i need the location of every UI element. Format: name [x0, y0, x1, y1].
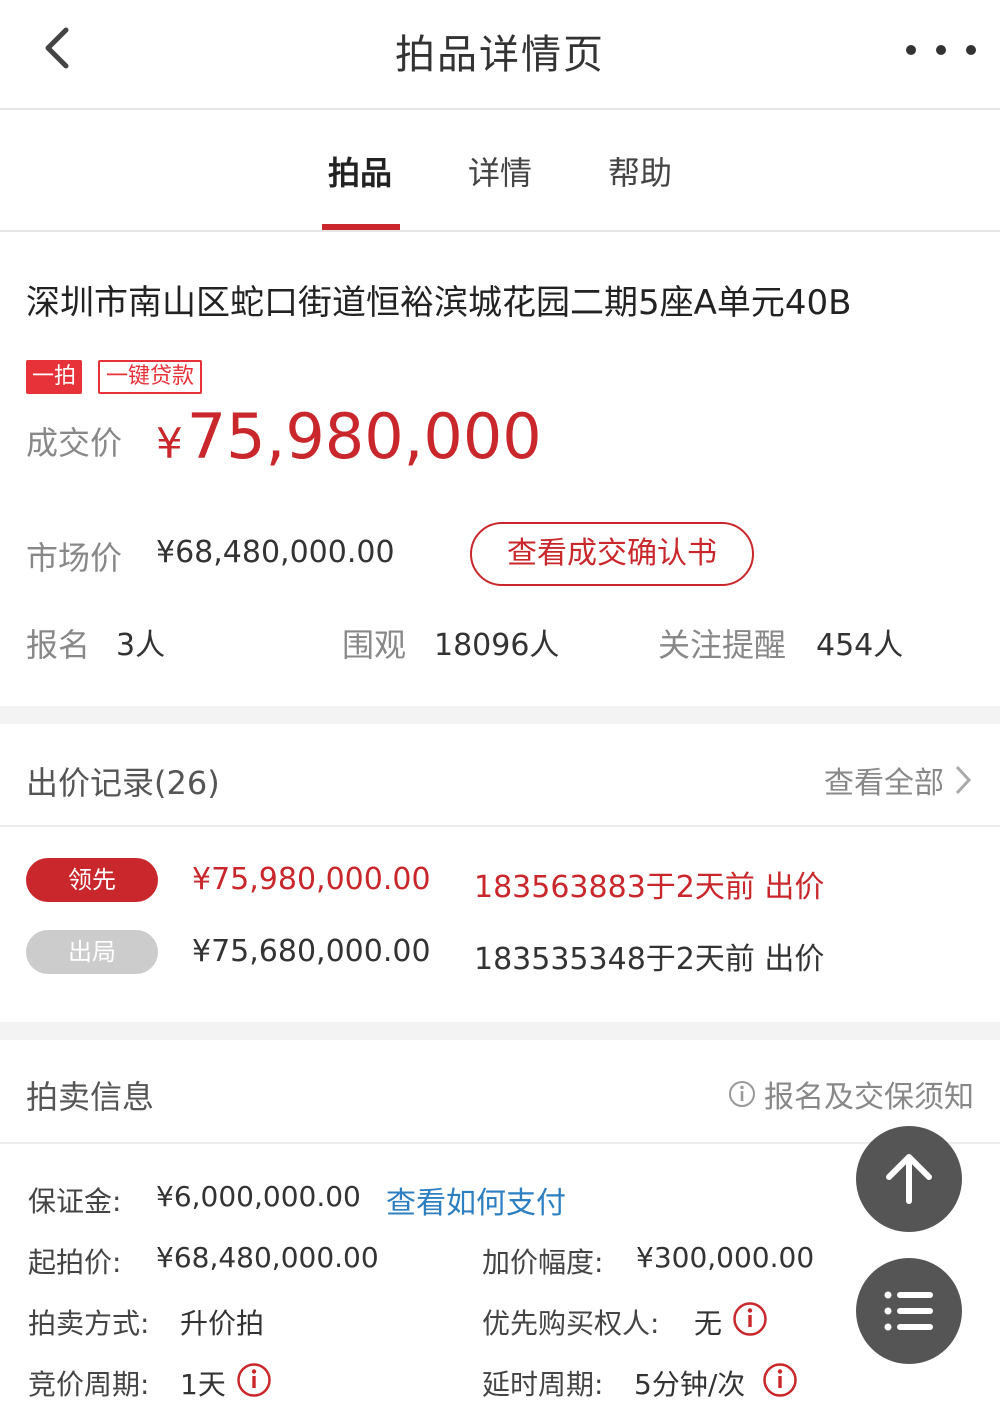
lot-title: 深圳市南山区蛇口街道恒裕滨城花园二期5座A单元40B: [26, 283, 852, 323]
priority-buyer-value: 无: [694, 1307, 723, 1340]
market-price-value: ¥68,480,000.00: [156, 535, 395, 570]
bid-bidder: 183535348于2天前 出价: [474, 942, 825, 977]
view-confirmation-button[interactable]: 查看成交确认书: [470, 522, 754, 586]
bid-amount: ¥75,980,000.00: [192, 862, 431, 897]
signup-label: 报名: [26, 626, 91, 664]
bidding-cycle-value: 1天: [180, 1368, 226, 1401]
section-divider: [0, 706, 1000, 724]
how-to-pay-link[interactable]: 查看如何支付: [386, 1178, 566, 1222]
tab-lot[interactable]: 拍品: [328, 148, 392, 194]
tab-bar: 拍品 详情 帮助: [0, 112, 1000, 232]
loan-badge[interactable]: 一键贷款: [98, 360, 203, 394]
currency-symbol: ¥: [156, 419, 183, 468]
info-icon: [729, 1081, 755, 1107]
view-all-label: 查看全部: [824, 766, 944, 801]
status-badge-leading: 领先: [26, 858, 158, 902]
notice-link[interactable]: 报名及交保须知: [728, 1072, 974, 1116]
tab-details[interactable]: 详情: [468, 148, 532, 194]
deposit-value: ¥6,000,000.00: [156, 1180, 361, 1213]
bid-records-heading: 出价记录(26): [26, 764, 220, 802]
tab-help[interactable]: 帮助: [608, 148, 672, 194]
deal-price-value: 75,980,000: [186, 400, 542, 473]
followers-count: 454人: [816, 628, 904, 663]
increment-value: ¥300,000.00: [636, 1241, 815, 1274]
round-badge: 一拍: [26, 360, 83, 394]
top-bar: 拍品详情页: [0, 0, 1000, 110]
deal-price-label: 成交价: [26, 424, 123, 462]
notice-label: 报名及交保须知: [764, 1080, 974, 1115]
info-circle-icon[interactable]: [732, 1301, 768, 1337]
info-circle-icon[interactable]: [236, 1362, 272, 1398]
bid-bidder: 183563883于2天前 出价: [474, 870, 825, 905]
auction-method-value: 升价拍: [180, 1307, 265, 1340]
section-divider: [0, 1022, 1000, 1040]
page-title: 拍品详情页: [395, 32, 605, 78]
viewers-label: 围观: [342, 626, 407, 664]
chevron-right-icon: [955, 765, 972, 795]
view-all-link[interactable]: 查看全部: [824, 758, 974, 802]
deposit-label: 保证金:: [28, 1185, 122, 1218]
scroll-top-button[interactable]: [856, 1126, 962, 1232]
more-horizontal-icon: [906, 45, 916, 55]
divider: [0, 825, 1000, 827]
signup-count: 3人: [116, 628, 166, 663]
bid-amount: ¥75,680,000.00: [192, 934, 431, 969]
viewers-count: 18096人: [434, 628, 560, 663]
deal-price: ¥75,980,000: [156, 400, 542, 473]
auction-info-heading: 拍卖信息: [26, 1078, 155, 1116]
more-button[interactable]: [906, 20, 976, 80]
start-price-value: ¥68,480,000.00: [156, 1241, 379, 1274]
priority-buyer-label: 优先购买权人:: [482, 1307, 660, 1340]
bidding-cycle-label: 竞价周期:: [28, 1368, 150, 1401]
status-badge-outbid: 出局: [26, 930, 158, 974]
active-tab-indicator: [322, 224, 400, 230]
list-icon: [884, 1291, 933, 1331]
info-circle-icon[interactable]: [762, 1362, 798, 1398]
followers-label: 关注提醒: [658, 626, 787, 664]
arrow-up-icon: [886, 1154, 932, 1204]
menu-button[interactable]: [856, 1258, 962, 1364]
delay-cycle-label: 延时周期:: [482, 1368, 604, 1401]
market-price-label: 市场价: [26, 539, 123, 577]
start-price-label: 起拍价:: [28, 1246, 122, 1279]
auction-method-label: 拍卖方式:: [28, 1307, 150, 1340]
increment-label: 加价幅度:: [482, 1246, 604, 1279]
divider: [0, 1142, 1000, 1144]
delay-cycle-value: 5分钟/次: [634, 1368, 746, 1401]
